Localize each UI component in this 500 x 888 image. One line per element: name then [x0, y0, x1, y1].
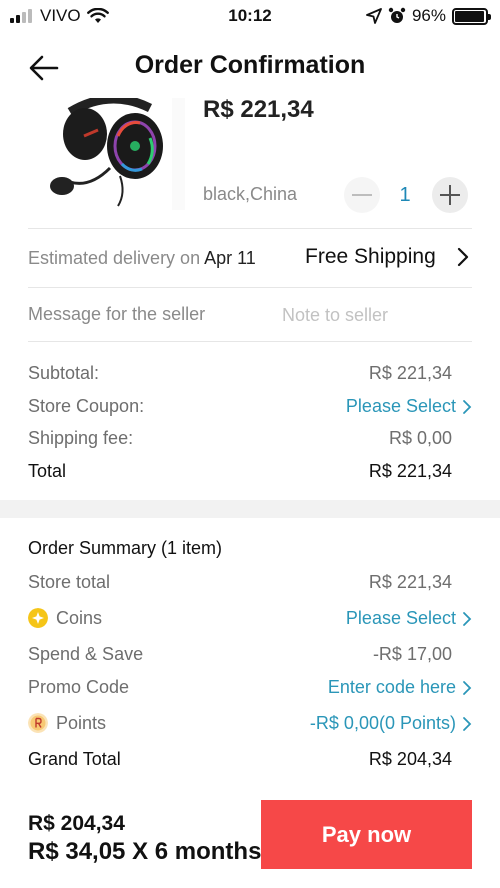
product-card: R$ 221,34 black,China 1 — [0, 96, 500, 228]
subtotal-label: Subtotal: — [28, 363, 100, 383]
grand-total-value: R$ 204,34 — [368, 749, 452, 769]
promo-code-entry[interactable]: Enter code here — [328, 677, 472, 698]
delivery-row[interactable]: Estimated delivery on Apr 11 Free Shippi… — [0, 240, 500, 278]
product-price: R$ 221,34 — [203, 96, 314, 123]
store-total-label: Store total — [28, 572, 111, 592]
promo-code-link: Enter code here — [327, 677, 456, 697]
points-row: Points -R$ 0,00(0 Points) — [28, 710, 472, 738]
points-select[interactable]: -R$ 0,00(0 Points) — [310, 713, 472, 734]
plus-icon — [440, 185, 460, 205]
chevron-right-icon — [463, 611, 472, 626]
grand-total-label: Grand Total — [28, 749, 121, 769]
store-total-row: Store total R$ 221,34 — [28, 569, 472, 597]
message-row: Message for the seller — [0, 298, 500, 334]
points-label: Points — [56, 713, 107, 733]
battery-level — [455, 10, 484, 22]
delivery-label-text: Estimated delivery on — [28, 248, 205, 268]
store-coupon-link: Please Select — [345, 396, 456, 416]
coins-link: Please Select — [345, 608, 456, 628]
location-arrow-icon — [366, 8, 382, 24]
shipping-option[interactable]: Free Shipping — [305, 245, 436, 269]
product-image[interactable] — [40, 98, 185, 210]
store-coupon-select[interactable]: Please Select — [346, 396, 472, 417]
chevron-right-icon — [463, 716, 472, 731]
subtotal-row: Subtotal: R$ 221,34 — [28, 360, 472, 388]
store-coupon-row: Store Coupon: Please Select — [28, 393, 472, 421]
order-summary-title: Order Summary (1 item) — [28, 538, 223, 558]
pay-now-button[interactable]: Pay now — [261, 800, 472, 869]
total-label: Total — [28, 461, 67, 481]
subtotal-value: R$ 221,34 — [368, 363, 452, 383]
battery-icon — [452, 7, 491, 25]
coin-icon — [28, 608, 48, 628]
spend-save-row: Spend & Save -R$ 17,00 — [28, 641, 472, 669]
page-title: Order Confirmation — [134, 51, 366, 79]
spend-save-label: Spend & Save — [28, 644, 144, 664]
section-separator — [0, 500, 500, 518]
total-row: Total R$ 221,34 — [28, 458, 472, 486]
points-icon — [28, 713, 48, 733]
shipping-fee-value: R$ 0,00 — [388, 428, 452, 448]
battery-percent: 96% — [411, 6, 446, 25]
shipping-fee-label: Shipping fee: — [28, 428, 134, 448]
header: Order Confirmation — [0, 34, 500, 98]
alarm-icon — [388, 7, 406, 23]
chevron-right-icon — [463, 680, 472, 695]
checkout-bar: R$ 204,34 Pay now R$ 34,05 X 6 months — [0, 796, 500, 888]
chevron-right-icon — [457, 247, 469, 267]
divider — [28, 341, 472, 342]
minus-icon — [352, 194, 372, 196]
quantity-decrease-button[interactable] — [344, 177, 380, 213]
promo-code-row: Promo Code Enter code here — [28, 674, 472, 702]
delivery-label: Estimated delivery on Apr 11 — [28, 248, 256, 269]
divider — [28, 228, 472, 229]
checkout-total: R$ 204,34 — [28, 812, 125, 835]
quantity-value: 1 — [399, 184, 411, 206]
grand-total-row: Grand Total R$ 204,34 — [28, 746, 472, 774]
shipping-fee-row: Shipping fee: R$ 0,00 — [28, 425, 472, 453]
coins-select[interactable]: Please Select — [346, 608, 472, 629]
delivery-date: Apr 11 — [204, 248, 256, 268]
store-coupon-label: Store Coupon: — [28, 396, 145, 416]
status-bar: VIVO 10:12 96% — [0, 0, 500, 34]
points-link: -R$ 0,00(0 Points) — [309, 713, 456, 733]
store-total-value: R$ 221,34 — [368, 572, 452, 592]
quantity-increase-button[interactable] — [432, 177, 468, 213]
chevron-right-icon — [463, 399, 472, 414]
status-right: 96% — [366, 6, 491, 26]
divider — [28, 287, 472, 288]
spend-save-value: -R$ 17,00 — [372, 644, 452, 664]
total-value: R$ 221,34 — [368, 461, 452, 481]
seller-note-input[interactable] — [282, 300, 472, 330]
installment-text: R$ 34,05 X 6 months — [28, 838, 262, 865]
product-variant[interactable]: black,China — [203, 184, 297, 205]
promo-code-label: Promo Code — [28, 677, 130, 697]
coins-label: Coins — [56, 608, 103, 628]
coins-row: Coins Please Select — [28, 605, 472, 633]
message-label: Message for the seller — [28, 304, 206, 324]
